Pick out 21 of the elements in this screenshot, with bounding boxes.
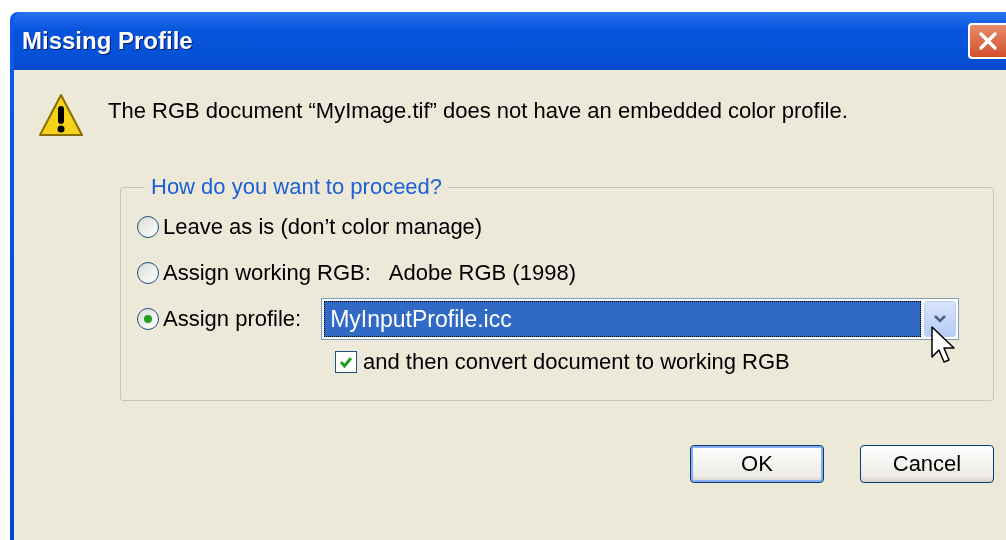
message-text: The RGB document “MyImage.tif” does not have an embedded color profile.	[108, 98, 848, 124]
dialog-button[interactable]: Cancel	[860, 445, 994, 483]
close-icon	[978, 31, 998, 51]
dropdown-value: MyInputProfile.icc	[324, 301, 922, 337]
chevron-icon	[933, 314, 948, 324]
radio-button[interactable]	[137, 216, 159, 238]
option-detail: Adobe RGB (1998)	[388, 260, 576, 286]
group-legend: How do you want to proceed?	[145, 174, 449, 200]
option-label[interactable]: Leave as is (don’t color manage)	[163, 214, 483, 240]
dropdown-arrow-button[interactable]	[924, 301, 957, 337]
window-title: Missing Profile	[22, 27, 193, 55]
default-button[interactable]: OK	[690, 445, 824, 483]
option-label[interactable]: Assign profile:	[163, 306, 302, 332]
option-label[interactable]: Assign working RGB:	[163, 260, 371, 286]
radio-button[interactable]	[137, 262, 159, 284]
checkbox-label[interactable]: and then convert document to working RGB	[363, 349, 790, 375]
checkmark-icon	[339, 355, 353, 369]
close-button[interactable]	[968, 23, 1006, 59]
radio-button[interactable]	[137, 308, 159, 330]
convert-checkbox[interactable]	[335, 351, 357, 373]
mouse-cursor-icon	[930, 325, 957, 365]
